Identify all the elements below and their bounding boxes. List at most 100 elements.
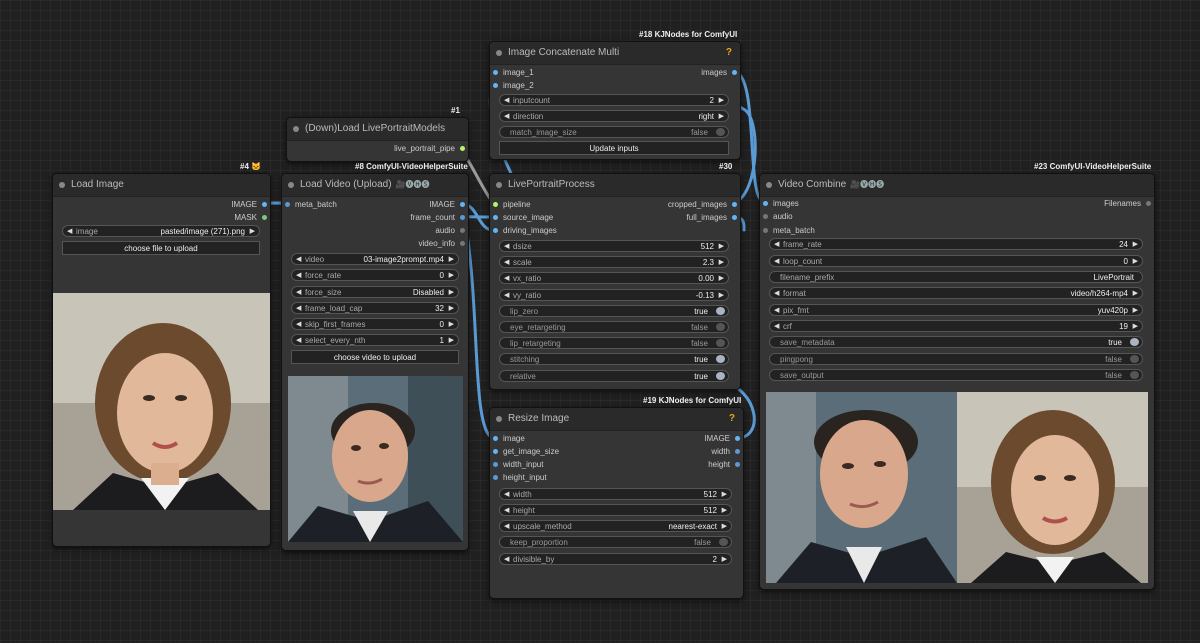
- input-meta-batch-slot[interactable]: meta_batch: [285, 199, 337, 211]
- toggle-knob-icon[interactable]: [716, 307, 725, 315]
- arrow-left-icon[interactable]: ◀: [504, 554, 509, 564]
- dsize-widget[interactable]: ◀ dsize 512 ▶: [499, 240, 729, 252]
- toggle-knob-icon[interactable]: [1130, 338, 1139, 346]
- slot-dot-icon[interactable]: [460, 241, 465, 246]
- node-title[interactable]: Image Concatenate Multi?: [490, 42, 740, 65]
- help-icon[interactable]: ?: [726, 42, 732, 64]
- input-images-slot[interactable]: images: [763, 198, 799, 210]
- output-pipe-slot[interactable]: live_portrait_pipe: [394, 143, 465, 155]
- input-pipeline-slot[interactable]: pipeline: [493, 199, 531, 211]
- resize-image-node[interactable]: Resize Image? image get_image_size width…: [489, 407, 744, 599]
- node-title[interactable]: Load Image: [53, 174, 270, 197]
- slot-dot-icon[interactable]: [460, 215, 465, 220]
- arrow-right-icon[interactable]: ▶: [449, 319, 454, 329]
- arrow-left-icon[interactable]: ◀: [296, 270, 301, 280]
- input-get-image-size-slot[interactable]: get_image_size: [493, 446, 559, 458]
- slot-dot-icon[interactable]: [493, 228, 498, 233]
- collapse-dot-icon[interactable]: [496, 50, 502, 56]
- arrow-left-icon[interactable]: ◀: [504, 489, 509, 499]
- video-select[interactable]: ◀ video 03-image2prompt.mp4 ▶: [291, 253, 459, 265]
- save-metadata-toggle[interactable]: save_metadata true: [769, 336, 1143, 348]
- slot-dot-icon[interactable]: [763, 214, 768, 219]
- slot-dot-icon[interactable]: [262, 202, 267, 207]
- input-meta-batch-slot[interactable]: meta_batch: [763, 225, 815, 237]
- slot-dot-icon[interactable]: [285, 202, 290, 207]
- input-height-slot[interactable]: height_input: [493, 472, 547, 484]
- choose-file-button[interactable]: choose file to upload: [62, 241, 260, 255]
- arrow-right-icon[interactable]: ▶: [250, 226, 255, 236]
- arrow-right-icon[interactable]: ▶: [449, 335, 454, 345]
- stitching-toggle[interactable]: stitching true: [499, 353, 729, 365]
- arrow-left-icon[interactable]: ◀: [774, 305, 779, 315]
- slot-dot-icon[interactable]: [493, 202, 498, 207]
- arrow-left-icon[interactable]: ◀: [774, 239, 779, 249]
- slot-dot-icon[interactable]: [460, 228, 465, 233]
- toggle-knob-icon[interactable]: [719, 538, 728, 546]
- arrow-right-icon[interactable]: ▶: [722, 554, 727, 564]
- arrow-right-icon[interactable]: ▶: [722, 505, 727, 515]
- node-title[interactable]: Resize Image?: [490, 408, 743, 431]
- match-image-size-toggle[interactable]: match_image_size false: [499, 126, 729, 138]
- slot-dot-icon[interactable]: [493, 475, 498, 480]
- input-source-image-slot[interactable]: source_image: [493, 212, 553, 224]
- lip-zero-toggle[interactable]: lip_zero true: [499, 305, 729, 317]
- pix-fmt-select[interactable]: ◀ pix_fmt yuv420p ▶: [769, 304, 1143, 316]
- output-images-slot[interactable]: images: [701, 67, 737, 79]
- video-combine-node[interactable]: Video Combine 🎥🅥🅗🅢 images audio meta_batc…: [759, 173, 1155, 590]
- crf-widget[interactable]: ◀ crf 19 ▶: [769, 320, 1143, 332]
- keep-proportion-toggle[interactable]: keep_proportion false: [499, 536, 732, 548]
- slot-dot-icon[interactable]: [493, 436, 498, 441]
- scale-widget[interactable]: ◀ scale 2.3 ▶: [499, 256, 729, 268]
- choose-video-button[interactable]: choose video to upload: [291, 350, 459, 364]
- slot-dot-icon[interactable]: [493, 449, 498, 454]
- arrow-right-icon[interactable]: ▶: [719, 290, 724, 300]
- output-image-slot[interactable]: IMAGE: [429, 199, 465, 211]
- upscale-method-select[interactable]: ◀ upscale_method nearest-exact ▶: [499, 520, 732, 532]
- select-every-nth-widget[interactable]: ◀ select_every_nth 1 ▶: [291, 334, 459, 346]
- input-image-slot[interactable]: image: [493, 433, 525, 445]
- slot-dot-icon[interactable]: [1146, 201, 1151, 206]
- toggle-knob-icon[interactable]: [1130, 355, 1139, 363]
- arrow-left-icon[interactable]: ◀: [67, 226, 72, 236]
- load-image-node[interactable]: Load Image IMAGE MASK ◀ image pasted/ima…: [52, 173, 271, 547]
- slot-dot-icon[interactable]: [735, 462, 740, 467]
- collapse-dot-icon[interactable]: [766, 182, 772, 188]
- slot-dot-icon[interactable]: [732, 215, 737, 220]
- input-image1-slot[interactable]: image_1: [493, 67, 534, 79]
- slot-dot-icon[interactable]: [262, 215, 267, 220]
- skip-first-frames-widget[interactable]: ◀ skip_first_frames 0 ▶: [291, 318, 459, 330]
- arrow-right-icon[interactable]: ▶: [449, 287, 454, 297]
- image-select[interactable]: ◀ image pasted/image (271).png ▶: [62, 225, 260, 237]
- collapse-dot-icon[interactable]: [496, 182, 502, 188]
- width-widget[interactable]: ◀ width 512 ▶: [499, 488, 732, 500]
- arrow-right-icon[interactable]: ▶: [449, 303, 454, 313]
- arrow-right-icon[interactable]: ▶: [722, 521, 727, 531]
- slot-dot-icon[interactable]: [493, 215, 498, 220]
- arrow-left-icon[interactable]: ◀: [504, 257, 509, 267]
- output-width-slot[interactable]: width: [711, 446, 740, 458]
- filename-prefix-field[interactable]: filename_prefix LivePortrait: [769, 271, 1143, 283]
- slot-dot-icon[interactable]: [763, 201, 768, 206]
- format-select[interactable]: ◀ format video/h264-mp4 ▶: [769, 287, 1143, 299]
- slot-dot-icon[interactable]: [735, 449, 740, 454]
- arrow-left-icon[interactable]: ◀: [774, 288, 779, 298]
- inputcount-widget[interactable]: ◀ inputcount 2 ▶: [499, 94, 729, 106]
- slot-dot-icon[interactable]: [493, 70, 498, 75]
- arrow-left-icon[interactable]: ◀: [504, 273, 509, 283]
- arrow-right-icon[interactable]: ▶: [1133, 239, 1138, 249]
- arrow-right-icon[interactable]: ▶: [719, 257, 724, 267]
- slot-dot-icon[interactable]: [460, 146, 465, 151]
- load-liveportrait-models-node[interactable]: (Down)Load LivePortraitModels live_portr…: [286, 117, 469, 162]
- arrow-left-icon[interactable]: ◀: [296, 254, 301, 264]
- slot-dot-icon[interactable]: [735, 436, 740, 441]
- arrow-right-icon[interactable]: ▶: [719, 95, 724, 105]
- arrow-left-icon[interactable]: ◀: [504, 111, 509, 121]
- arrow-right-icon[interactable]: ▶: [1133, 321, 1138, 331]
- force-rate-widget[interactable]: ◀ force_rate 0 ▶: [291, 269, 459, 281]
- toggle-knob-icon[interactable]: [716, 355, 725, 363]
- arrow-left-icon[interactable]: ◀: [296, 335, 301, 345]
- frame-load-cap-widget[interactable]: ◀ frame_load_cap 32 ▶: [291, 302, 459, 314]
- arrow-left-icon[interactable]: ◀: [774, 321, 779, 331]
- arrow-left-icon[interactable]: ◀: [504, 505, 509, 515]
- toggle-knob-icon[interactable]: [1130, 371, 1139, 379]
